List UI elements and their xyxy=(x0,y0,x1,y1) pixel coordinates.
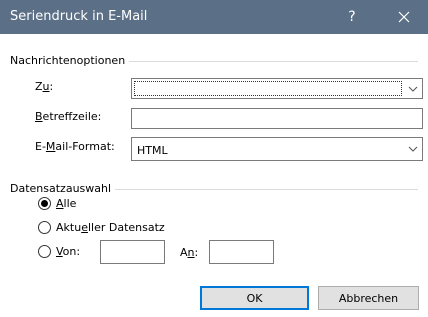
range-from-input[interactable] xyxy=(100,240,165,264)
to-label-suffix: : xyxy=(49,80,54,93)
radio-range-mnemonic: V xyxy=(56,245,63,258)
radio-all-label: Alle xyxy=(56,197,76,210)
format-combobox[interactable]: HTML xyxy=(131,137,423,161)
dialog-title: Seriendruck in E-Mail xyxy=(10,9,148,24)
radio-button[interactable] xyxy=(38,245,51,258)
format-dropdown-arrow[interactable] xyxy=(404,138,422,160)
radio-range-label: Von: xyxy=(56,245,80,258)
title-bar: Seriendruck in E-Mail ? xyxy=(0,0,428,34)
group-label-message-options: Nachrichtenoptionen xyxy=(10,54,130,67)
radio-button-checked[interactable] xyxy=(38,197,51,210)
format-label-mnemonic: M xyxy=(45,140,56,153)
format-label-prefix: E- xyxy=(35,140,46,153)
range-to-suffix: : xyxy=(194,246,199,259)
help-button[interactable]: ? xyxy=(342,7,362,27)
close-icon xyxy=(398,11,410,23)
focus-rectangle xyxy=(134,81,402,96)
close-button[interactable] xyxy=(394,7,414,27)
to-combobox[interactable] xyxy=(131,78,423,99)
to-label-mnemonic: u xyxy=(42,80,50,93)
subject-input[interactable] xyxy=(131,108,423,129)
ok-button[interactable]: OK xyxy=(200,286,309,310)
radio-range[interactable]: Von: xyxy=(38,245,80,258)
radio-current-suffix: ller Datensatz xyxy=(87,221,165,234)
subject-label: Betreffzeile: xyxy=(35,110,101,123)
radio-current-prefix: Aktu xyxy=(56,221,82,234)
format-value: HTML xyxy=(137,144,168,157)
radio-all[interactable]: Alle xyxy=(38,197,76,210)
range-to-input[interactable] xyxy=(209,240,274,264)
to-label: Zu: xyxy=(35,80,53,93)
radio-current-label: Aktueller Datensatz xyxy=(56,221,165,234)
range-to-label: An: xyxy=(180,246,198,259)
to-label-prefix: Z xyxy=(35,80,43,93)
subject-label-mnemonic: B xyxy=(35,110,43,123)
radio-all-mnemonic: A xyxy=(56,197,64,210)
chevron-down-icon xyxy=(408,146,418,152)
radio-current-record[interactable]: Aktueller Datensatz xyxy=(38,221,165,234)
format-label: E-Mail-Format: xyxy=(35,140,115,153)
range-to-mnemonic: n xyxy=(187,246,195,259)
subject-label-rest: etreffzeile: xyxy=(42,110,102,123)
cancel-button[interactable]: Abbrechen xyxy=(318,286,419,310)
range-to-prefix: A xyxy=(180,246,188,259)
chevron-down-icon xyxy=(408,86,418,92)
radio-current-mnemonic: e xyxy=(81,221,88,234)
group-label-record-selection: Datensatzauswahl xyxy=(10,182,116,195)
format-label-suffix: ail-Format: xyxy=(55,140,115,153)
radio-range-rest: on: xyxy=(62,245,81,258)
dialog-body: Nachrichtenoptionen Zu: Betreffzeile: E-… xyxy=(0,34,428,317)
radio-all-rest: lle xyxy=(63,197,77,210)
radio-button[interactable] xyxy=(38,221,51,234)
to-dropdown-arrow[interactable] xyxy=(404,79,422,98)
